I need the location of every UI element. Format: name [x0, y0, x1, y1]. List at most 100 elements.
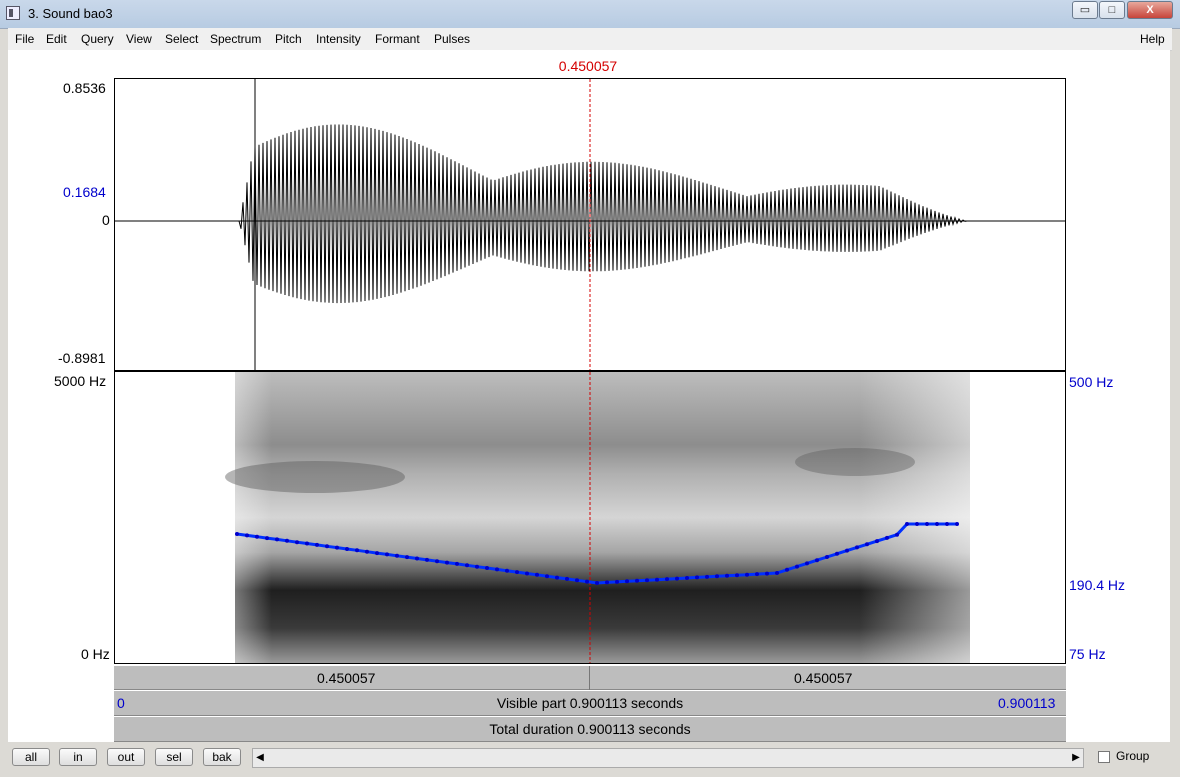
pitch-point: [525, 571, 529, 576]
pitch-point: [635, 578, 639, 583]
pitch-point: [555, 575, 559, 580]
pitch-point: [805, 561, 809, 566]
scroll-right-icon[interactable]: ▶: [1069, 749, 1083, 767]
pitch-point: [955, 522, 959, 526]
pitch-point: [865, 542, 869, 547]
visible-start-label: 0: [117, 695, 125, 711]
menu-pitch[interactable]: Pitch: [275, 32, 302, 46]
waveform-drawing: [115, 79, 1065, 370]
minimize-button[interactable]: ▭: [1072, 1, 1098, 19]
pitch-point: [885, 535, 889, 540]
pitch-min-label: 75 Hz: [1069, 646, 1106, 662]
praat-window-icon: [6, 6, 20, 20]
menu-edit[interactable]: Edit: [46, 32, 67, 46]
visible-end-label: 0.900113: [998, 695, 1056, 711]
selection-bar[interactable]: 0.450057 0.450057: [114, 665, 1066, 690]
pitch-point: [585, 579, 589, 584]
spec-freq-max-label: 5000 Hz: [54, 373, 107, 389]
pitch-point: [845, 548, 849, 553]
sound-editor[interactable]: 0.450057 0.8536 0.1684 0 -0.8981 5000 Hz…: [8, 50, 1170, 742]
pitch-point: [265, 536, 269, 541]
time-scrollbar[interactable]: ◀ ▶: [252, 748, 1084, 768]
zoom-selection-button[interactable]: sel: [155, 748, 193, 766]
pitch-point: [625, 579, 629, 584]
menu-query[interactable]: Query: [81, 32, 114, 46]
pitch-point: [415, 556, 419, 561]
pitch-point: [575, 578, 579, 583]
menu-select[interactable]: Select: [165, 32, 198, 46]
group-label: Group: [1116, 749, 1150, 763]
left-segment-duration[interactable]: 0.450057: [317, 670, 375, 686]
menu-intensity[interactable]: Intensity: [316, 32, 361, 46]
pitch-point: [235, 532, 239, 536]
pitch-point: [695, 575, 699, 580]
pitch-point: [855, 545, 859, 550]
spectrogram-panel[interactable]: [114, 371, 1066, 664]
pitch-point: [595, 581, 599, 585]
menu-file[interactable]: File: [15, 32, 34, 46]
pitch-point: [455, 561, 459, 566]
maximize-button[interactable]: □: [1099, 1, 1125, 19]
pitch-point: [475, 564, 479, 569]
pitch-point: [815, 558, 819, 563]
pitch-point: [275, 537, 279, 542]
pitch-point: [365, 549, 369, 554]
pitch-point: [395, 553, 399, 558]
pitch-point: [725, 573, 729, 578]
pitch-point: [615, 579, 619, 584]
spectrogram-drawing: [225, 372, 970, 663]
pitch-point: [745, 572, 749, 577]
zoom-out-button[interactable]: out: [107, 748, 145, 766]
pitch-point: [565, 576, 569, 581]
group-checkbox[interactable]: [1098, 751, 1110, 763]
pitch-point: [905, 522, 909, 526]
menu-formant[interactable]: Formant: [375, 32, 420, 46]
total-duration-bar[interactable]: Total duration 0.900113 seconds: [114, 716, 1066, 742]
menu-view[interactable]: View: [126, 32, 152, 46]
menu-pulses[interactable]: Pulses: [434, 32, 470, 46]
pitch-point: [675, 576, 679, 581]
pitch-point: [705, 574, 709, 579]
pitch-point: [245, 533, 249, 538]
pitch-point: [295, 540, 299, 545]
title-bar: 3. Sound bao3 ▭ □ X: [0, 0, 1180, 29]
cursor-time-label: 0.450057: [558, 58, 618, 74]
pitch-cursor-value-label: 190.4 Hz: [1069, 577, 1126, 593]
pitch-point: [935, 522, 939, 526]
zoom-all-button[interactable]: all: [12, 748, 50, 766]
pitch-point: [895, 532, 899, 537]
bottom-toolbar: all in out sel bak ◀ ▶ Group: [8, 742, 1172, 772]
pitch-point: [605, 580, 609, 585]
pitch-point: [665, 577, 669, 582]
pitch-point: [785, 567, 789, 572]
menu-spectrum[interactable]: Spectrum: [210, 32, 261, 46]
pitch-point: [545, 574, 549, 579]
close-button[interactable]: X: [1127, 1, 1173, 19]
visible-part-bar[interactable]: Visible part 0.900113 seconds: [114, 690, 1066, 716]
pitch-point: [285, 538, 289, 543]
pitch-point: [915, 522, 919, 526]
scroll-left-icon[interactable]: ◀: [253, 749, 267, 767]
zoom-back-button[interactable]: bak: [203, 748, 241, 766]
pitch-max-label: 500 Hz: [1069, 374, 1114, 390]
pitch-point: [445, 560, 449, 565]
pitch-point: [835, 551, 839, 556]
waveform-panel[interactable]: [114, 78, 1066, 371]
pitch-point: [875, 539, 879, 544]
pitch-point: [795, 564, 799, 569]
pitch-point: [435, 559, 439, 564]
pitch-point: [515, 570, 519, 575]
pitch-point: [655, 577, 659, 582]
window-title: 3. Sound bao3: [28, 6, 113, 21]
pitch-point: [765, 571, 769, 576]
menu-help[interactable]: Help: [1140, 32, 1165, 46]
pitch-point: [775, 571, 779, 575]
spec-freq-min-label: 0 Hz: [81, 646, 110, 662]
pitch-point: [345, 547, 349, 551]
right-segment-duration[interactable]: 0.450057: [794, 670, 852, 686]
wave-zero-label: 0: [102, 212, 110, 228]
zoom-in-button[interactable]: in: [59, 748, 97, 766]
pitch-point: [535, 572, 539, 577]
visible-part-text: Visible part 0.900113 seconds: [496, 695, 684, 711]
wave-ymin-label: -0.8981: [58, 350, 106, 366]
